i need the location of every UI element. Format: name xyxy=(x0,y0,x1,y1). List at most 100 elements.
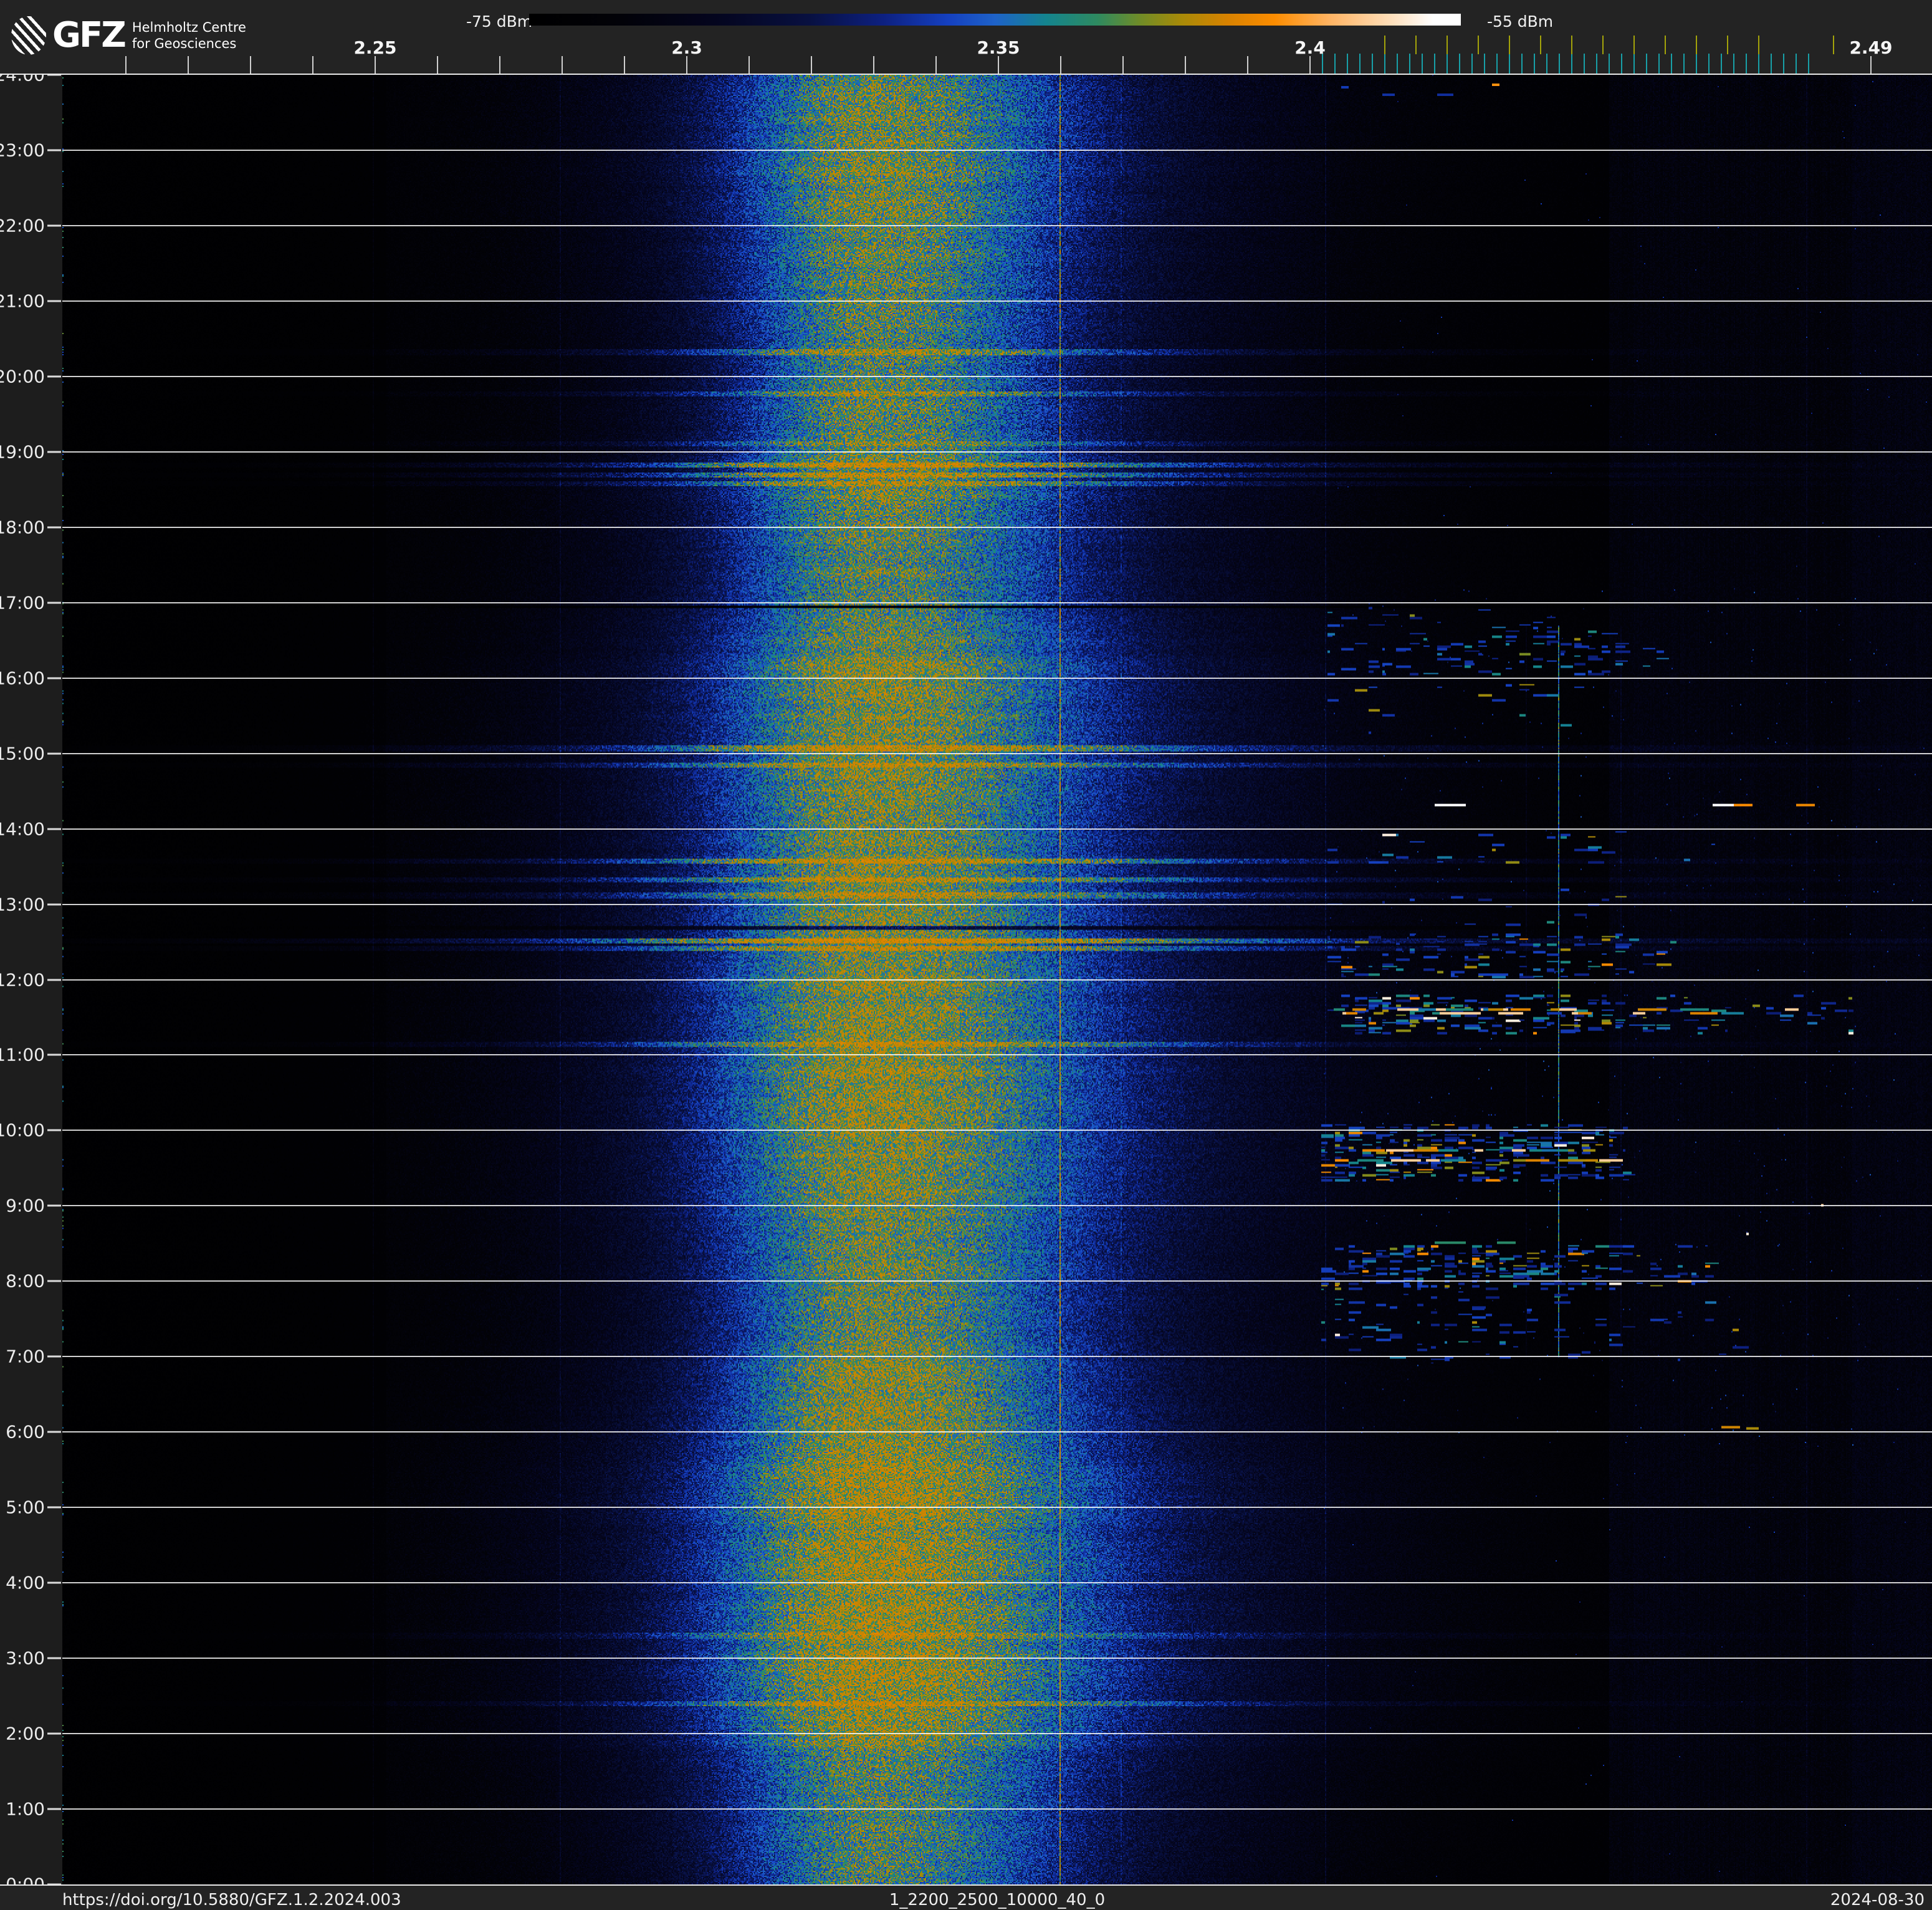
ble-channel-tick xyxy=(1721,54,1722,74)
freq-minor-tick xyxy=(312,56,313,74)
freq-minor-tick xyxy=(1122,56,1124,74)
time-axis-tick xyxy=(47,1506,61,1509)
wifi-channel-tick xyxy=(1727,36,1728,54)
time-axis-tick xyxy=(47,979,61,981)
ble-channel-tick xyxy=(1771,54,1772,74)
freq-minor-tick xyxy=(1060,56,1061,74)
time-axis-label: 19:00 xyxy=(0,441,45,463)
ble-channel-tick xyxy=(1397,54,1398,74)
ble-channel-tick xyxy=(1708,54,1710,74)
ble-channel-tick xyxy=(1496,54,1498,74)
freq-minor-tick xyxy=(499,56,500,74)
time-axis-label: 8:00 xyxy=(6,1270,45,1292)
time-axis-label: 6:00 xyxy=(6,1421,45,1442)
ble-channel-tick xyxy=(1509,54,1510,74)
footer: https://doi.org/10.5880/GFZ.1.2.2024.003… xyxy=(0,1884,1932,1910)
date-label: 2024-08-30 xyxy=(1830,1891,1925,1909)
time-axis-label: 3:00 xyxy=(6,1648,45,1669)
time-axis-label: 5:00 xyxy=(6,1497,45,1518)
ble-channel-tick xyxy=(1546,54,1547,74)
time-axis-label: 16:00 xyxy=(0,668,45,689)
wifi-channel-tick xyxy=(1447,36,1448,54)
ble-channel-tick xyxy=(1646,54,1647,74)
time-axis-tick xyxy=(47,1129,61,1131)
ble-channel-tick xyxy=(1621,54,1622,74)
time-axis-label: 13:00 xyxy=(0,894,45,915)
ble-channel-tick xyxy=(1422,54,1423,74)
spectrogram-canvas xyxy=(62,75,1932,1884)
ble-channel-tick xyxy=(1521,54,1523,74)
freq-minor-tick xyxy=(562,56,563,74)
wifi-channel-tick xyxy=(1571,36,1572,54)
ble-channel-tick xyxy=(1584,54,1585,74)
ble-channel-tick xyxy=(1796,54,1797,74)
ble-channel-tick xyxy=(1459,54,1460,74)
ble-channel-tick xyxy=(1696,54,1697,74)
time-axis-tick xyxy=(47,903,61,906)
time-axis-tick xyxy=(47,526,61,529)
time-axis-tick xyxy=(47,1280,61,1282)
ble-channel-tick xyxy=(1596,54,1597,74)
freq-minor-tick xyxy=(748,56,750,74)
doi-link[interactable]: https://doi.org/10.5880/GFZ.1.2.2024.003 xyxy=(62,1891,401,1909)
time-axis-tick xyxy=(47,602,61,604)
ble-channel-tick xyxy=(1409,54,1410,74)
frequency-axis: 2.25 2.3 2.35 2.4 2.49 xyxy=(0,0,1932,74)
ble-channel-tick xyxy=(1609,54,1610,74)
ble-channel-tick xyxy=(1471,54,1473,74)
time-axis-label: 18:00 xyxy=(0,517,45,538)
freq-axis-label: 2.49 xyxy=(1849,37,1893,58)
wifi-channel-tick xyxy=(1384,36,1385,54)
time-axis-tick xyxy=(47,1431,61,1433)
wifi-channel-tick xyxy=(1602,36,1604,54)
time-axis-label: 10:00 xyxy=(0,1120,45,1141)
time-axis-tick xyxy=(47,1355,61,1358)
freq-minor-tick xyxy=(811,56,812,74)
wifi-channel-tick xyxy=(1633,36,1635,54)
freq-minor-tick xyxy=(1185,56,1186,74)
time-axis-label: 2:00 xyxy=(6,1723,45,1744)
time-axis-tick xyxy=(47,375,61,378)
time-axis-tick xyxy=(47,1808,61,1810)
freq-minor-tick xyxy=(1247,56,1248,74)
time-axis-label: 14:00 xyxy=(0,818,45,840)
ble-channel-tick xyxy=(1434,54,1435,74)
ble-channel-tick xyxy=(1484,54,1485,74)
freq-minor-tick xyxy=(624,56,625,74)
time-axis-label: 4:00 xyxy=(6,1572,45,1593)
wifi-channel-tick xyxy=(1833,36,1834,54)
freq-minor-tick xyxy=(125,56,127,74)
freq-axis-label: 2.3 xyxy=(671,37,702,58)
time-axis: 24:00 23:00 22:00 21:00 20:00 19:00 18:00 17:00… xyxy=(0,65,62,1895)
ble-channel-tick xyxy=(1347,54,1348,74)
ble-channel-tick xyxy=(1571,54,1572,74)
ble-channel-tick xyxy=(1334,54,1336,74)
time-axis-label: 17:00 xyxy=(0,592,45,613)
freq-minor-tick xyxy=(188,56,189,74)
time-axis-tick xyxy=(47,828,61,830)
time-axis-tick xyxy=(47,224,61,227)
ble-channel-tick xyxy=(1359,54,1361,74)
freq-minor-tick xyxy=(375,56,376,74)
time-axis-tick xyxy=(47,451,61,453)
time-axis-tick xyxy=(47,1657,61,1659)
ble-channel-tick xyxy=(1633,54,1635,74)
freq-minor-tick xyxy=(1870,56,1872,74)
freq-minor-tick xyxy=(250,56,251,74)
ble-channel-tick xyxy=(1683,54,1685,74)
time-axis-label: 20:00 xyxy=(0,366,45,387)
time-axis-tick xyxy=(47,677,61,679)
ble-channel-tick xyxy=(1758,54,1759,74)
ble-channel-tick xyxy=(1447,54,1448,74)
freq-minor-tick xyxy=(935,56,937,74)
freq-minor-tick xyxy=(1309,56,1311,74)
ble-channel-tick xyxy=(1559,54,1560,74)
dataset-filename: 1_2200_2500_10000_40_0 xyxy=(889,1891,1106,1909)
time-axis-label: 9:00 xyxy=(6,1195,45,1216)
time-axis-tick xyxy=(47,300,61,302)
time-axis-label: 21:00 xyxy=(0,290,45,312)
spectrogram-screen: GFZ Helmholtz Centre for Geosciences -75… xyxy=(0,0,1932,1910)
ble-channel-tick xyxy=(1783,54,1784,74)
ble-channel-tick xyxy=(1733,54,1734,74)
ble-channel-tick xyxy=(1808,54,1809,74)
